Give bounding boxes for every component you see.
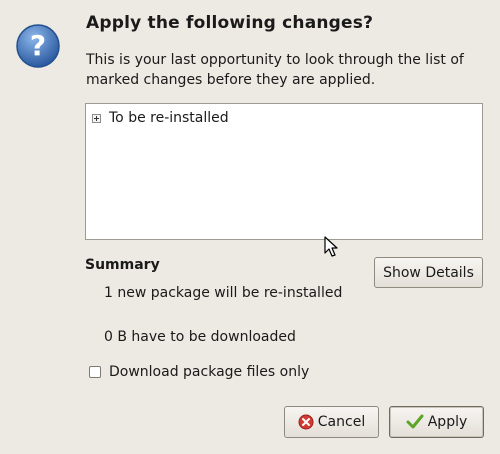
show-details-button[interactable]: Show Details xyxy=(374,257,483,288)
expander-plus-icon[interactable] xyxy=(92,113,101,123)
apply-button[interactable]: Apply xyxy=(389,406,484,438)
download-only-checkbox[interactable] xyxy=(89,366,101,378)
tree-row-label: To be re-installed xyxy=(109,110,229,126)
checkmark-icon xyxy=(406,414,424,429)
download-only-option[interactable]: Download package files only xyxy=(89,364,309,380)
dialog-title: Apply the following changes? xyxy=(86,13,374,33)
cancel-button[interactable]: Cancel xyxy=(284,406,379,438)
summary-reinstall-count: 1 new package will be re-installed xyxy=(104,285,343,301)
changes-tree[interactable]: To be re-installed xyxy=(85,103,483,240)
mouse-pointer-icon xyxy=(324,236,338,257)
question-icon: ? xyxy=(16,24,60,68)
download-only-label: Download package files only xyxy=(109,364,310,380)
summary-heading: Summary xyxy=(85,257,160,273)
apply-label: Apply xyxy=(427,414,468,430)
svg-text:?: ? xyxy=(30,29,46,62)
tree-row-reinstall[interactable]: To be re-installed xyxy=(92,110,229,126)
dialog-description: This is your last opportunity to look th… xyxy=(86,52,464,88)
cancel-label: Cancel xyxy=(317,414,366,430)
cancel-icon xyxy=(298,414,314,430)
summary-download-size: 0 B have to be downloaded xyxy=(104,329,296,345)
